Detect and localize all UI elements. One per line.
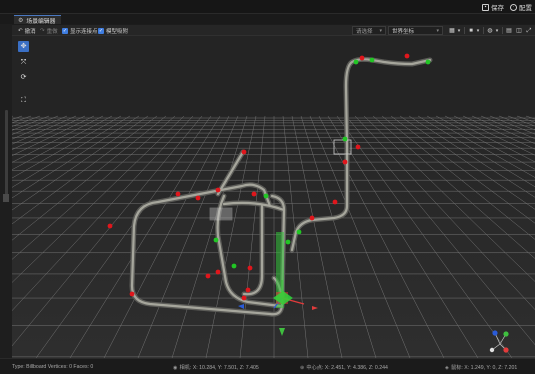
select-placeholder: 请选择 bbox=[356, 28, 373, 35]
control-point[interactable] bbox=[215, 187, 221, 193]
control-point[interactable] bbox=[342, 159, 348, 165]
chevron-down-icon[interactable]: ▾ bbox=[455, 27, 463, 35]
divider bbox=[502, 27, 503, 34]
fullscreen-icon[interactable]: ⤢ bbox=[525, 27, 533, 35]
settings-button[interactable]: · 配置 bbox=[510, 2, 532, 12]
chevron-down-icon: ▾ bbox=[379, 27, 382, 34]
control-point[interactable] bbox=[404, 53, 410, 59]
show-connection-label: 显示连接点 bbox=[70, 29, 98, 35]
selection-box[interactable] bbox=[209, 207, 233, 221]
settings-label: 配置 bbox=[519, 5, 532, 12]
control-point[interactable] bbox=[369, 57, 375, 63]
control-point[interactable] bbox=[213, 237, 219, 243]
control-point[interactable] bbox=[195, 195, 201, 201]
redo-button[interactable]: ↷ 重做 bbox=[40, 27, 58, 35]
mouse-icon: ◈ bbox=[445, 365, 449, 371]
model-snap-label: 模型吸附 bbox=[106, 29, 129, 35]
camera-label: 相机: bbox=[179, 365, 192, 371]
chevron-down-icon: ▾ bbox=[436, 27, 439, 34]
checkbox-checked-icon: ✓ bbox=[62, 28, 68, 34]
save-label: 保存 bbox=[491, 5, 504, 12]
top-bar: ▪ 保存 · 配置 bbox=[0, 0, 535, 14]
model-snap-checkbox[interactable]: ✓ 模型吸附 bbox=[98, 27, 128, 35]
camera-readout: ◉ 相机: X: 10.284, Y: 7.501, Z: 7.405 bbox=[173, 364, 259, 371]
show-connection-checkbox[interactable]: ✓ 显示连接点 bbox=[62, 27, 98, 35]
divider bbox=[464, 27, 465, 34]
control-point[interactable] bbox=[215, 269, 221, 275]
control-point[interactable] bbox=[245, 287, 251, 293]
ground-plane bbox=[12, 116, 535, 358]
camera-value: X: 10.284, Y: 7.501, Z: 7.405 bbox=[192, 365, 259, 371]
tab-bar: ⚙ 场景编辑器 bbox=[0, 14, 535, 25]
status-bar: Type: Billboard Vertices: 0 Faces: 0 ◉ 相机… bbox=[0, 358, 535, 374]
control-point[interactable] bbox=[205, 273, 211, 279]
control-point[interactable] bbox=[285, 239, 291, 245]
control-point[interactable] bbox=[355, 144, 361, 150]
split-view-icon[interactable]: ◫ bbox=[515, 27, 523, 35]
redo-label: 重做 bbox=[46, 29, 58, 35]
redo-icon: ↷ bbox=[40, 28, 45, 34]
undo-label: 撤消 bbox=[24, 29, 36, 35]
control-point[interactable] bbox=[251, 191, 257, 197]
mouse-label: 鼠标: bbox=[451, 365, 463, 371]
undo-button[interactable]: ↶ 撤消 bbox=[18, 27, 36, 35]
control-point[interactable] bbox=[359, 55, 365, 61]
scene-canvas[interactable] bbox=[12, 36, 535, 358]
control-point[interactable] bbox=[309, 215, 315, 221]
move-icon: ✥ bbox=[20, 43, 27, 50]
left-scroll-track bbox=[5, 110, 8, 200]
control-point[interactable] bbox=[107, 223, 113, 229]
center-readout: ⊕ 中心点: X: 2.451, Y: 4.386, Z: 0.244 bbox=[300, 364, 388, 371]
undo-icon: ↶ bbox=[18, 28, 23, 34]
control-point[interactable] bbox=[241, 149, 247, 155]
camera-icon: ◉ bbox=[173, 365, 178, 371]
left-panel-strip bbox=[0, 24, 12, 374]
save-icon: ▪ bbox=[482, 3, 489, 11]
coord-mode-value: 世界坐标 bbox=[392, 28, 415, 35]
rotate-icon: ⟳ bbox=[20, 74, 27, 81]
control-point[interactable] bbox=[247, 265, 253, 271]
divider bbox=[483, 27, 484, 34]
toolbar: ↶ 撤消 ↷ 重做 ✓ 显示连接点 ✓ 模型吸附 请选择 ▾ 世界坐标 ▾ ▦ … bbox=[12, 25, 535, 36]
tab-label: 场景编辑器 bbox=[26, 18, 56, 25]
axis-neg-dot-icon[interactable] bbox=[489, 347, 495, 353]
axis-x-dot-icon[interactable] bbox=[503, 347, 509, 353]
axis-y-dot-icon[interactable] bbox=[503, 331, 509, 337]
mouse-value: X: 1.249, Y: 0, Z: 7.201 bbox=[464, 365, 518, 371]
left-scroll-thumb[interactable] bbox=[3, 194, 9, 202]
control-point[interactable] bbox=[241, 295, 247, 301]
center-value: X: 2.451, Y: 4.386, Z: 0.244 bbox=[324, 365, 388, 371]
control-point[interactable] bbox=[342, 136, 348, 142]
control-point[interactable] bbox=[425, 59, 431, 65]
tab-scene-editor[interactable]: ⚙ 场景编辑器 bbox=[14, 15, 62, 25]
control-point[interactable] bbox=[263, 193, 269, 199]
checkbox-checked-icon: ✓ bbox=[98, 28, 104, 34]
axis-z-dot-icon[interactable] bbox=[492, 330, 498, 336]
control-point[interactable] bbox=[332, 199, 338, 205]
chevron-down-icon[interactable]: ▾ bbox=[474, 27, 482, 35]
grid-icon[interactable]: ▤ bbox=[505, 27, 513, 35]
scene-viewport[interactable]: ✥ ⤧ ⟳ ⛶ bbox=[12, 36, 535, 358]
frame-selection-button[interactable]: ⛶ bbox=[18, 95, 29, 106]
gear-icon: ⚙ bbox=[18, 17, 24, 24]
save-button[interactable]: ▪ 保存 bbox=[482, 2, 504, 12]
move-tool-button[interactable]: ✥ bbox=[18, 41, 29, 52]
coord-mode-dropdown[interactable]: 世界坐标 ▾ bbox=[388, 26, 443, 35]
control-point[interactable] bbox=[296, 229, 302, 235]
scale-tool-button[interactable]: ⤧ bbox=[18, 57, 29, 68]
control-point[interactable] bbox=[129, 291, 135, 297]
frame-icon: ⛶ bbox=[21, 97, 26, 104]
control-point[interactable] bbox=[231, 263, 237, 269]
control-point[interactable] bbox=[353, 59, 359, 65]
center-label: 中心点: bbox=[306, 365, 324, 371]
control-point[interactable] bbox=[175, 191, 181, 197]
select-dropdown[interactable]: 请选择 ▾ bbox=[352, 26, 386, 35]
rotate-tool-button[interactable]: ⟳ bbox=[18, 72, 29, 83]
chevron-down-icon[interactable]: ▾ bbox=[493, 27, 501, 35]
mouse-readout: ◈ 鼠标: X: 1.249, Y: 0, Z: 7.201 bbox=[445, 364, 517, 371]
settings-icon: · bbox=[510, 3, 517, 11]
target-icon: ⊕ bbox=[300, 365, 305, 371]
scale-icon: ⤧ bbox=[20, 59, 27, 66]
object-info: Type: Billboard Vertices: 0 Faces: 0 bbox=[12, 364, 94, 370]
